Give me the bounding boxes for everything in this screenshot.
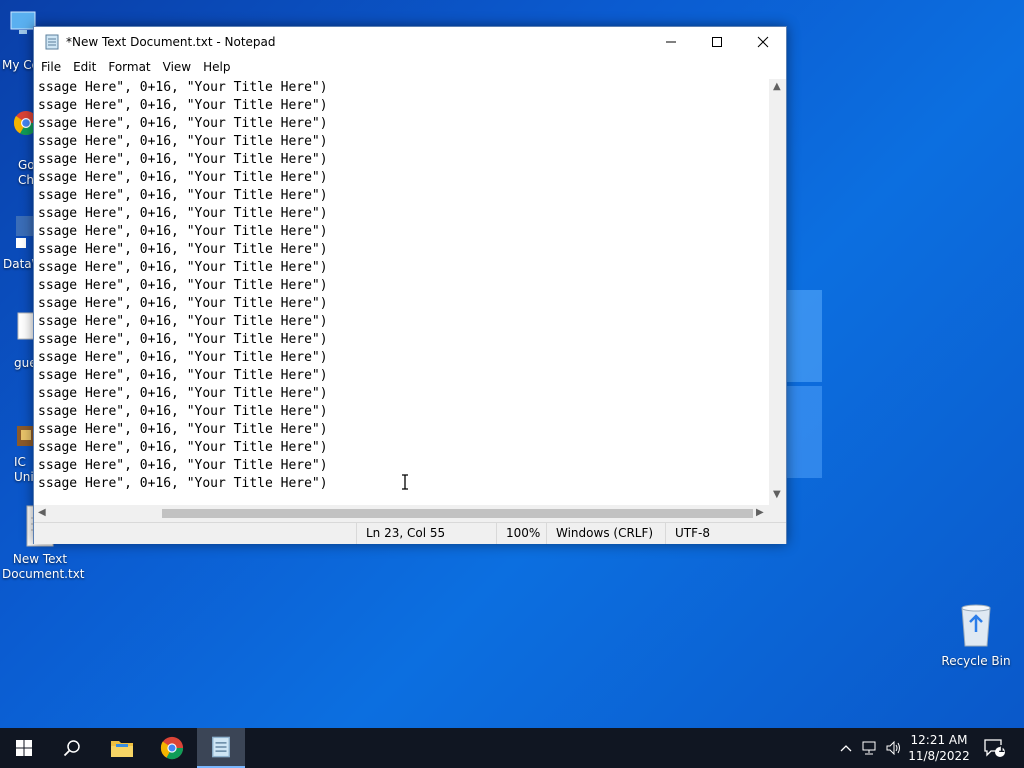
status-encoding: UTF-8 <box>665 523 786 544</box>
text-line: ssage Here", 0+16, "Your Title Here") <box>38 404 328 419</box>
text-line: ssage Here", 0+16, "Your Title Here") <box>38 296 328 311</box>
menu-file[interactable]: File <box>36 60 68 74</box>
notepad-icon <box>212 736 230 758</box>
vertical-scrollbar[interactable]: ▲ ▼ <box>769 79 786 505</box>
text-line: ssage Here", 0+16, "Your Title Here") <box>38 260 328 275</box>
notepad-window: *New Text Document.txt - Notepad File Ed… <box>33 26 787 544</box>
status-zoom: 100% <box>496 523 546 544</box>
taskbar-file-explorer[interactable] <box>98 728 146 768</box>
horizontal-scroll-thumb[interactable] <box>162 509 753 518</box>
text-line: ssage Here", 0+16, "Your Title Here") <box>38 368 328 383</box>
maximize-icon <box>712 37 722 47</box>
taskbar-notepad[interactable] <box>197 728 245 768</box>
desktop-icon-recycle-bin[interactable]: Recycle Bin <box>940 602 1012 668</box>
text-line: ssage Here", 0+16, "Your Title Here") <box>38 116 328 131</box>
text-editor[interactable]: ssage Here", 0+16, "Your Title Here") ssa… <box>34 79 771 505</box>
text-line: ssage Here", 0+16, "Your Title Here") <box>38 98 328 113</box>
search-icon <box>63 740 80 757</box>
menu-edit[interactable]: Edit <box>68 60 103 74</box>
scroll-down-icon[interactable]: ▼ <box>773 489 781 500</box>
action-center-button[interactable]: 1 <box>980 728 1010 768</box>
text-line: ssage Here", 0+16, "Your Title Here") <box>38 170 328 185</box>
chevron-up-icon <box>840 745 852 752</box>
text-line: ssage Here", 0+16, "Your Title Here") <box>38 422 328 437</box>
taskbar-chrome[interactable] <box>148 728 196 768</box>
search-button[interactable] <box>48 728 96 768</box>
minimize-button[interactable] <box>648 27 694 57</box>
taskbar-clock[interactable]: 12:21 AM 11/8/2022 <box>900 732 978 764</box>
horizontal-scrollbar[interactable]: ◀ ▶ <box>34 505 771 522</box>
show-hidden-icons-button[interactable] <box>836 728 856 768</box>
title-bar[interactable]: *New Text Document.txt - Notepad <box>34 27 786 57</box>
menu-help[interactable]: Help <box>198 60 237 74</box>
maximize-button[interactable] <box>694 27 740 57</box>
window-title: *New Text Document.txt - Notepad <box>66 35 276 49</box>
scroll-up-icon[interactable]: ▲ <box>773 81 781 92</box>
menu-bar: File Edit Format View Help <box>34 57 786 77</box>
chrome-icon <box>160 736 184 760</box>
clock-date: 11/8/2022 <box>908 749 970 763</box>
text-line: ssage Here", 0+16, "Your Title Here") <box>38 332 328 347</box>
clock-time: 12:21 AM <box>910 733 968 747</box>
file-explorer-icon <box>111 741 133 757</box>
scroll-left-icon[interactable]: ◀ <box>38 507 46 518</box>
notification-count: 1 <box>998 744 1005 755</box>
text-line: ssage Here", 0+16, "Your Title Here") <box>38 80 328 95</box>
text-line: ssage Here", 0+16, "Your Title Here") <box>38 350 328 365</box>
notepad-icon <box>45 34 59 50</box>
status-line-ending: Windows (CRLF) <box>546 523 666 544</box>
taskbar: 12:21 AM 11/8/2022 1 <box>0 728 1024 768</box>
network-button[interactable] <box>860 728 882 768</box>
text-line: ssage Here", 0+16, "Your Title Here") <box>38 152 328 167</box>
text-line: ssage Here", 0+16, "Your Title Here") <box>38 134 328 149</box>
desktop-icon-label: IC Uni <box>14 455 34 484</box>
recycle-bin-icon <box>961 604 991 647</box>
text-line: ssage Here", 0+16, "Your Title Here") <box>38 242 328 257</box>
text-cursor-icon <box>402 474 408 490</box>
text-line: ssage Here", 0+16, "Your Title Here") <box>38 386 328 401</box>
text-line: ssage Here", 0+16, "Your Title Here") <box>38 206 328 221</box>
close-button[interactable] <box>740 27 786 57</box>
recycle-bin-label: Recycle Bin <box>941 654 1011 668</box>
status-cursor-position: Ln 23, Col 55 <box>356 523 496 544</box>
wallpaper-beam-bottom <box>786 386 822 478</box>
status-bar: Ln 23, Col 55 100% Windows (CRLF) UTF-8 <box>34 522 786 544</box>
scrollbar-corner <box>769 505 786 522</box>
text-line: ssage Here", 0+16, "Your Title Here") <box>38 458 328 473</box>
text-line: ssage Here", 0+16, "Your Title Here") <box>38 314 328 329</box>
start-icon <box>16 740 32 756</box>
text-line: ssage Here", 0+16, "Your Title Here") <box>38 278 328 293</box>
close-icon <box>757 36 769 48</box>
text-line: ssage Here", 0+16, "Your Title Here") <box>38 224 328 239</box>
menu-format[interactable]: Format <box>103 60 157 74</box>
network-icon <box>862 741 876 755</box>
wallpaper-beam-top <box>786 290 822 382</box>
minimize-icon <box>666 41 676 43</box>
scroll-right-icon[interactable]: ▶ <box>756 507 764 518</box>
menu-view[interactable]: View <box>158 60 198 74</box>
text-line: ssage Here", 0+16, "Your Title Here") <box>38 188 328 203</box>
text-line: ssage Here", 0+16, "Your Title Here") <box>38 440 328 455</box>
start-button[interactable] <box>0 728 48 768</box>
desktop-icon-label: New Text Document.txt <box>2 552 85 581</box>
